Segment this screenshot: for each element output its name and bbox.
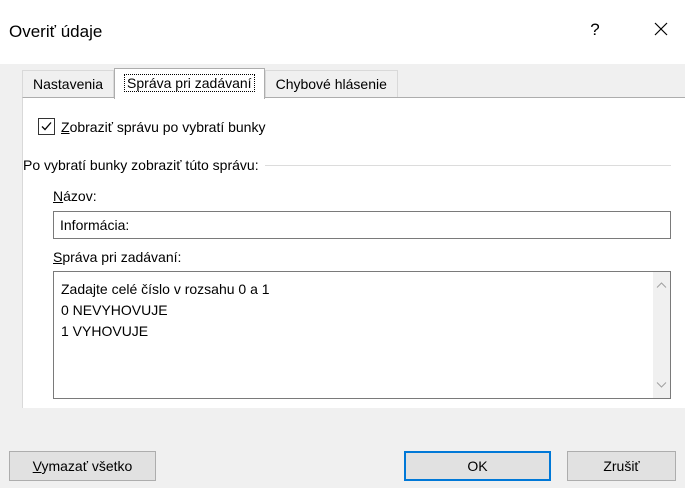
clear-all-button[interactable]: Vymazať všetko bbox=[9, 451, 156, 481]
tab-error-alert-label: Chybové hlásenie bbox=[275, 76, 387, 92]
dialog-title: Overiť údaje bbox=[9, 22, 103, 41]
tab-input-message-label: Správa pri zadávaní bbox=[124, 74, 255, 92]
scroll-down-icon[interactable] bbox=[656, 379, 667, 390]
tab-settings-label: Nastavenia bbox=[33, 76, 104, 92]
title-label: Názov: bbox=[53, 188, 97, 204]
show-message-option[interactable]: Zobraziť správu po vybratí bunky bbox=[38, 118, 265, 135]
checkmark-icon bbox=[41, 122, 52, 131]
group-divider bbox=[264, 164, 671, 166]
title-input[interactable]: Informácia: bbox=[53, 211, 671, 239]
message-scrollbar[interactable] bbox=[653, 272, 670, 398]
show-message-label: Zobraziť správu po vybratí bunky bbox=[61, 118, 266, 135]
input-message-panel: Zobraziť správu po vybratí bunky Po vybr… bbox=[22, 97, 685, 408]
message-group-header: Po vybratí bunky zobraziť túto správu: bbox=[23, 157, 671, 173]
message-line: 0 NEVYHOVUJE bbox=[61, 302, 168, 318]
cancel-button[interactable]: Zrušiť bbox=[567, 451, 676, 481]
tab-settings[interactable]: Nastavenia bbox=[22, 70, 115, 97]
scroll-up-icon[interactable] bbox=[656, 280, 667, 291]
close-button[interactable] bbox=[650, 18, 672, 40]
message-content: Zadajte celé číslo v rozsahu 0 a 1 0 NEV… bbox=[61, 279, 270, 342]
message-label: Správa pri zadávaní: bbox=[53, 249, 182, 265]
dialog-titlebar: Overiť údaje ? bbox=[0, 0, 685, 64]
dialog-body: Nastavenia Správa pri zadávaní Chybové h… bbox=[0, 64, 685, 488]
tab-strip: Nastavenia Správa pri zadávaní Chybové h… bbox=[22, 68, 398, 99]
group-label: Po vybratí bunky zobraziť túto správu: bbox=[23, 157, 259, 173]
close-icon bbox=[654, 22, 668, 36]
show-message-checkbox[interactable] bbox=[38, 118, 55, 135]
message-line: 1 VYHOVUJE bbox=[61, 323, 149, 339]
message-textarea[interactable]: Zadajte celé číslo v rozsahu 0 a 1 0 NEV… bbox=[53, 271, 671, 399]
tab-error-alert[interactable]: Chybové hlásenie bbox=[264, 70, 398, 97]
help-button[interactable]: ? bbox=[587, 20, 603, 40]
ok-button[interactable]: OK bbox=[404, 451, 551, 481]
message-line: Zadajte celé číslo v rozsahu 0 a 1 bbox=[61, 281, 270, 297]
tab-input-message[interactable]: Správa pri zadávaní bbox=[114, 68, 265, 99]
